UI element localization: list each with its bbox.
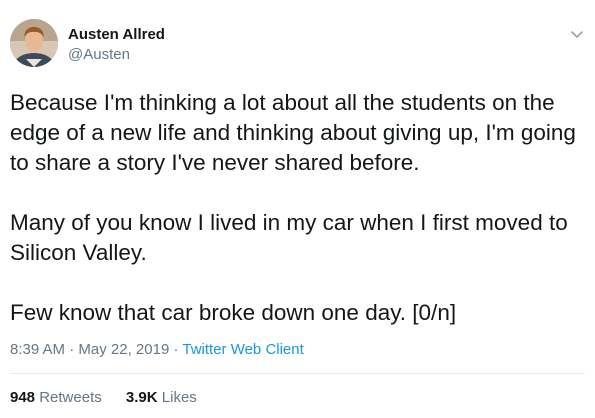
- likes-stat[interactable]: 3.9K Likes: [126, 388, 197, 408]
- tweet-paragraph: Because I'm thinking a lot about all the…: [10, 90, 576, 175]
- chevron-down-icon[interactable]: [569, 26, 585, 42]
- tweet-date[interactable]: May 22, 2019: [78, 341, 169, 358]
- divider: [10, 373, 585, 374]
- retweets-label: Retweets: [39, 389, 102, 406]
- tweet-source-link[interactable]: Twitter Web Client: [182, 341, 303, 358]
- tweet-stats: 948 Retweets 3.9K Likes: [10, 388, 217, 408]
- tweet-time[interactable]: 8:39 AM: [10, 341, 65, 358]
- tweet-paragraph: Many of you know I lived in my car when …: [10, 210, 568, 265]
- meta-separator: ·: [169, 341, 183, 358]
- tweet-text: Because I'm thinking a lot about all the…: [10, 88, 585, 328]
- tweet-paragraph: Few know that car broke down one day. [0…: [10, 300, 457, 325]
- avatar[interactable]: [10, 19, 58, 67]
- retweets-stat[interactable]: 948 Retweets: [10, 388, 102, 408]
- author-name[interactable]: Austen Allred: [68, 26, 165, 44]
- tweet-metadata: 8:39 AM · May 22, 2019 · Twitter Web Cli…: [10, 340, 304, 360]
- likes-count: 3.9K: [125, 389, 158, 406]
- meta-separator: ·: [65, 341, 79, 358]
- tweet-card: Austen Allred @Austen Because I'm thinki…: [0, 0, 595, 418]
- author-handle[interactable]: @Austen: [68, 46, 130, 64]
- likes-label: Likes: [161, 389, 197, 406]
- retweets-count: 948: [10, 389, 36, 406]
